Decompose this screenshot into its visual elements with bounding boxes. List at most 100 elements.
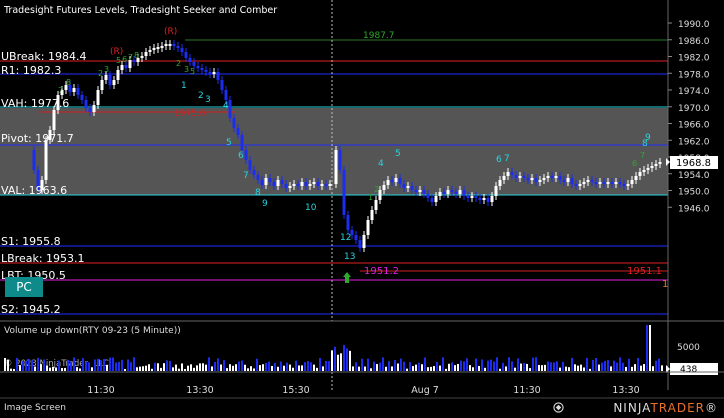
candle-body [586, 180, 590, 182]
volume-bar [262, 364, 264, 371]
volume-bar [76, 367, 78, 371]
candle-body [72, 88, 76, 92]
volume-bar [94, 359, 96, 371]
candle-body [614, 182, 618, 184]
candle-body [466, 196, 470, 198]
red-right-annotation: 1951.1 [627, 266, 662, 277]
volume-bar [172, 367, 174, 371]
volume-bar [472, 367, 474, 371]
candle-body [402, 184, 406, 188]
candle-body [160, 46, 164, 48]
volume-bar [634, 364, 636, 371]
brand-logo: NINJATRADER® [613, 401, 718, 415]
candle-body [292, 184, 296, 186]
volume-bar [526, 363, 528, 371]
candle-body [490, 196, 494, 202]
candle-body [244, 150, 248, 160]
volume-bar [106, 364, 108, 371]
volume-bar [220, 364, 222, 371]
candle-body [104, 75, 108, 80]
volume-bar [571, 357, 573, 371]
volume-bar [646, 325, 648, 371]
candle-body [304, 182, 308, 186]
candle-body [462, 190, 466, 196]
candle-body [312, 182, 316, 184]
candle-body [212, 72, 216, 74]
candle-body [308, 184, 312, 186]
volume-bar [73, 357, 75, 371]
volume-bar [82, 358, 84, 371]
volume-bar [427, 367, 429, 371]
volume-bar [19, 365, 21, 371]
volume-bar [652, 366, 654, 371]
svg-text:6: 6 [632, 159, 637, 168]
volume-bar [424, 357, 426, 371]
volume-bar [406, 368, 408, 371]
ubreak-label: UBreak: 1984.4 [1, 50, 86, 63]
candle-body [414, 190, 418, 192]
volume-bar [385, 366, 387, 371]
svg-text:2: 2 [98, 69, 103, 78]
volume-bar [301, 365, 303, 371]
volume-bar [118, 361, 120, 371]
volume-bar [316, 367, 318, 371]
sequence-number: 12 [340, 233, 351, 243]
candle-body [328, 184, 332, 186]
price-tick-label: 1954.0 [678, 171, 710, 181]
volume-bar [88, 362, 90, 371]
candle-body [434, 196, 438, 202]
volume-bar [310, 362, 312, 371]
candle-body [550, 176, 554, 178]
volume-bar [361, 358, 363, 371]
volume-bar [655, 360, 657, 371]
volume-bar [61, 368, 63, 371]
price-chart[interactable]: Tradesight Futures Levels, Tradesight Se… [0, 0, 724, 418]
volume-bar [28, 358, 30, 371]
price-tick-label: 1970.0 [678, 104, 710, 114]
volume-bar [55, 367, 57, 371]
last-volume-label: 438 [680, 365, 697, 375]
candle-body [268, 178, 272, 182]
ninjatrader-logo-icon [553, 402, 564, 413]
volume-bar [430, 366, 432, 371]
candle-body [188, 58, 192, 62]
candle-body [296, 184, 300, 186]
price-tick-label: 1946.0 [678, 204, 710, 214]
volume-bar [409, 362, 411, 371]
candle-body [506, 172, 510, 176]
volume-bar [31, 360, 33, 371]
svg-text:5: 5 [190, 67, 195, 76]
volume-bar [25, 360, 27, 371]
volume-bar [463, 361, 465, 371]
volume-bar [601, 362, 603, 371]
volume-bar [154, 362, 156, 371]
volume-bar [157, 363, 159, 371]
pc-button[interactable]: PC [5, 277, 43, 297]
volume-bar [184, 368, 186, 371]
candle-body [526, 178, 530, 180]
candle-body [534, 178, 538, 182]
candle-body [264, 178, 268, 185]
volume-bar [10, 368, 12, 371]
candle-body [144, 52, 148, 56]
price-tick-label: 1962.0 [678, 137, 710, 147]
candle-body [156, 47, 160, 49]
candle-body [390, 180, 394, 182]
candle-body [272, 182, 276, 186]
candle-body [554, 176, 558, 178]
candle-body [108, 75, 112, 85]
volume-bar [562, 361, 564, 371]
volume-bar [628, 358, 630, 371]
volume-bar [556, 361, 558, 371]
volume-bar [67, 359, 69, 371]
volume-bar [658, 358, 660, 371]
volume-bar [349, 350, 351, 371]
volume-bar [259, 365, 261, 371]
sequence-number: 2 [198, 91, 204, 101]
candle-body [542, 178, 546, 180]
volume-bar [523, 362, 525, 371]
sequence-number: 10 [305, 203, 317, 213]
candle-body [76, 88, 80, 95]
svg-text:8: 8 [134, 51, 139, 60]
volume-bar [394, 359, 396, 371]
